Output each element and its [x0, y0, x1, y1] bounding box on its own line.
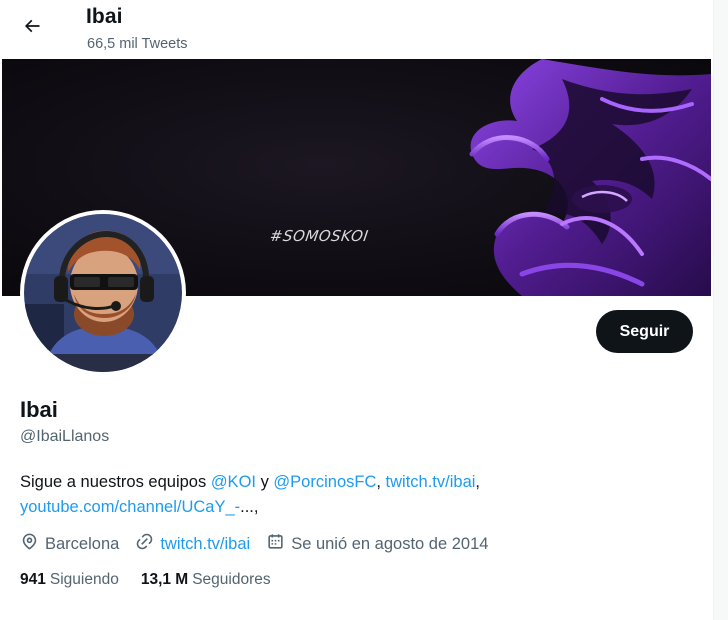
tweet-count: 66,5 mil Tweets	[87, 36, 188, 52]
location-text: Barcelona	[45, 534, 120, 553]
header-title: Ibai	[86, 5, 123, 28]
user-handle: @IbaiLlanos	[20, 428, 110, 445]
bio-text: ,	[376, 473, 386, 491]
bio-youtube-link[interactable]: youtube.com/channel/UCaY_-	[20, 498, 240, 516]
follow-stats: 941 Siguiendo 13,1 M Seguidores	[20, 568, 293, 592]
following-label: Siguiendo	[49, 571, 119, 588]
link-icon	[135, 532, 160, 556]
mention-koi-link[interactable]: @KOI	[211, 473, 256, 491]
website-link[interactable]: twitch.tv/ibai	[160, 535, 250, 554]
back-button[interactable]	[14, 10, 50, 46]
avatar[interactable]	[20, 210, 186, 376]
following-count: 941	[20, 571, 46, 588]
bio-text: Sigue a nuestros equipos	[20, 473, 211, 491]
bio-text: ,	[475, 473, 481, 491]
followers-label: Seguidores	[192, 571, 271, 588]
mention-porcinosfc-link[interactable]: @PorcinosFC	[273, 473, 376, 491]
follow-button[interactable]: Seguir	[596, 310, 693, 353]
scrollbar-track[interactable]	[713, 0, 728, 620]
bio-text: ...,	[240, 498, 259, 516]
bio-twitch-link[interactable]: twitch.tv/ibai	[386, 473, 476, 491]
joined-item: Se unió en agosto de 2014	[266, 532, 488, 556]
display-name: Ibai	[20, 397, 58, 422]
followers-stat[interactable]: 13,1 M Seguidores	[141, 571, 271, 589]
location-pin-icon	[20, 532, 45, 556]
followers-count: 13,1 M	[140, 571, 189, 588]
bio-text: y	[256, 473, 274, 491]
joined-text: Se unió en agosto de 2014	[291, 534, 489, 553]
website-item: twitch.tv/ibai	[135, 532, 250, 556]
profile-meta: Barcelona twitch.tv/ibai Se unió en agos…	[20, 531, 504, 557]
profile-header: Ibai 66,5 mil Tweets	[0, 0, 713, 58]
following-stat[interactable]: 941 Siguiendo	[20, 571, 119, 589]
location-item: Barcelona	[20, 532, 119, 556]
avatar-photo	[24, 214, 182, 372]
calendar-icon	[266, 532, 291, 556]
profile-bio: Sigue a nuestros equipos @KOI y @Porcino…	[20, 470, 680, 520]
profile-page: Ibai 66,5 mil Tweets #SOMOSKOI Seguir Ib…	[0, 0, 713, 620]
arrow-left-icon	[22, 16, 42, 41]
banner-hashtag: #SOMOSKOI	[268, 227, 370, 245]
